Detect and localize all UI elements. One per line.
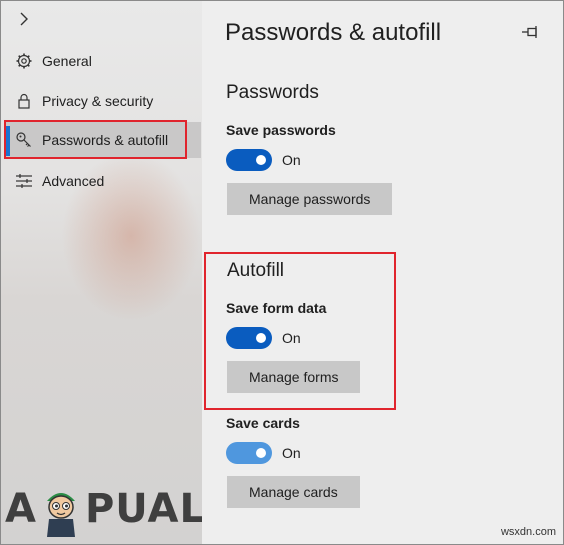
- settings-window: General Privacy & security Passwords & a…: [0, 0, 564, 545]
- autofill-heading: Autofill: [227, 260, 285, 281]
- page-title: Passwords & autofill: [225, 19, 442, 46]
- toggle-knob: [256, 155, 266, 165]
- appuals-watermark: A PUALS: [5, 479, 202, 539]
- manage-forms-button[interactable]: Manage forms: [227, 361, 361, 393]
- sidebar-item-privacy[interactable]: Privacy & security: [5, 83, 201, 119]
- watermark-letter: A: [5, 486, 37, 532]
- settings-panel: Passwords & autofill Passwords Save pass…: [202, 1, 563, 544]
- source-watermark: wsxdn.com: [500, 526, 556, 538]
- pin-icon[interactable]: [521, 25, 539, 39]
- save-passwords-toggle[interactable]: [226, 149, 272, 171]
- passwords-heading: Passwords: [226, 82, 319, 103]
- save-form-data-label: Save form data: [226, 300, 327, 316]
- save-cards-toggle[interactable]: [226, 442, 272, 464]
- save-form-data-toggle[interactable]: [226, 327, 272, 349]
- chevron-right-icon[interactable]: [16, 10, 32, 28]
- save-passwords-state: On: [282, 152, 301, 168]
- sidebar-item-label: Advanced: [42, 173, 105, 189]
- lock-icon: [15, 92, 33, 110]
- toggle-knob: [256, 448, 266, 458]
- watermark-letters: PUALS: [84, 486, 202, 532]
- sidebar-item-label: Privacy & security: [42, 93, 154, 109]
- mascot-logo-icon: [39, 479, 83, 539]
- manage-passwords-button[interactable]: Manage passwords: [227, 183, 393, 215]
- toggle-knob: [256, 333, 266, 343]
- sliders-icon: [15, 172, 33, 190]
- gear-icon: [15, 52, 33, 70]
- save-cards-label: Save cards: [226, 415, 300, 431]
- manage-cards-button[interactable]: Manage cards: [227, 476, 360, 508]
- sidebar-item-advanced[interactable]: Advanced: [5, 163, 201, 199]
- save-cards-state: On: [282, 445, 301, 461]
- sidebar-item-label: General: [42, 53, 92, 69]
- sidebar: General Privacy & security Passwords & a…: [1, 1, 202, 544]
- save-passwords-label: Save passwords: [226, 122, 336, 138]
- highlight-box-sidebar: [4, 120, 187, 159]
- save-form-data-state: On: [282, 330, 301, 346]
- sidebar-item-general[interactable]: General: [5, 43, 201, 79]
